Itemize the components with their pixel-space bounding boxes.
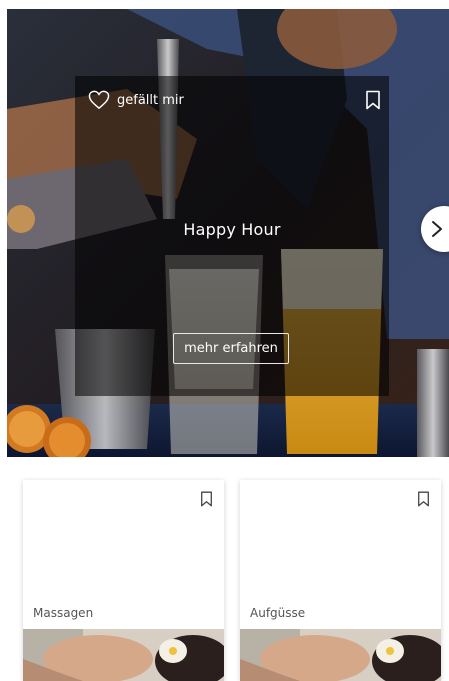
chevron-right-icon: [432, 221, 442, 237]
card-image: [23, 629, 224, 681]
page: gefällt mir Happy Hour mehr erfahren Mas…: [0, 0, 449, 681]
bookmark-icon: [418, 491, 429, 507]
learn-more-button[interactable]: mehr erfahren: [173, 333, 289, 364]
card-bookmark-button[interactable]: [200, 491, 213, 511]
like-label: gefällt mir: [117, 92, 184, 108]
card-image: [240, 629, 441, 681]
card-label: Aufgüsse: [250, 606, 306, 620]
heart-icon: [88, 90, 110, 110]
hero-bookmark-button[interactable]: [365, 90, 381, 114]
card-label: Massagen: [33, 606, 94, 620]
category-card-massagen[interactable]: Massagen: [23, 480, 224, 681]
hero-overlay-card: gefällt mir Happy Hour mehr erfahren: [75, 76, 389, 396]
category-card-aufguesse[interactable]: Aufgüsse: [240, 480, 441, 681]
like-button[interactable]: gefällt mir: [88, 90, 184, 110]
hero-title: Happy Hour: [183, 220, 281, 239]
bookmark-icon: [366, 90, 380, 110]
card-bookmark-button[interactable]: [417, 491, 430, 511]
bookmark-icon: [201, 491, 212, 507]
hero-banner[interactable]: gefällt mir Happy Hour mehr erfahren: [7, 9, 449, 457]
